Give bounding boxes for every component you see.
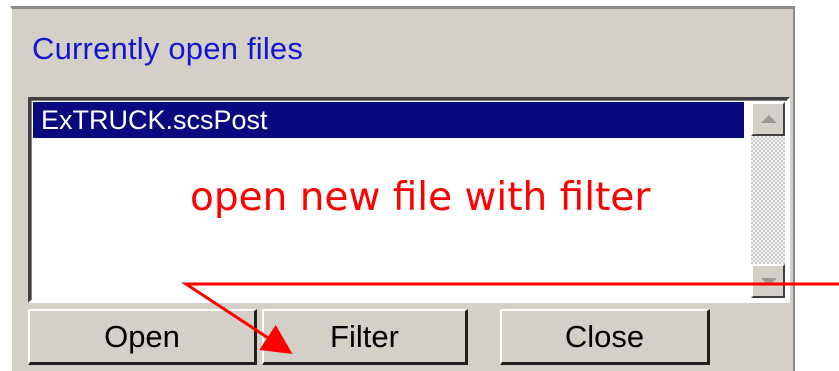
file-list-item-selected[interactable]: ExTRUCK.scsPost [33,102,744,138]
open-button[interactable]: Open [28,309,257,365]
scroll-up-button[interactable] [751,102,785,136]
triangle-down-icon [761,278,777,286]
filter-button[interactable]: Filter [262,309,468,365]
annotation-text: open new file with filter [190,175,651,220]
scroll-down-button[interactable] [751,264,785,298]
panel-title: Currently open files [32,31,304,66]
scroll-track[interactable] [751,136,785,264]
close-button[interactable]: Close [500,309,710,365]
listbox-scrollbar[interactable] [751,102,785,298]
triangle-up-icon [761,115,777,123]
